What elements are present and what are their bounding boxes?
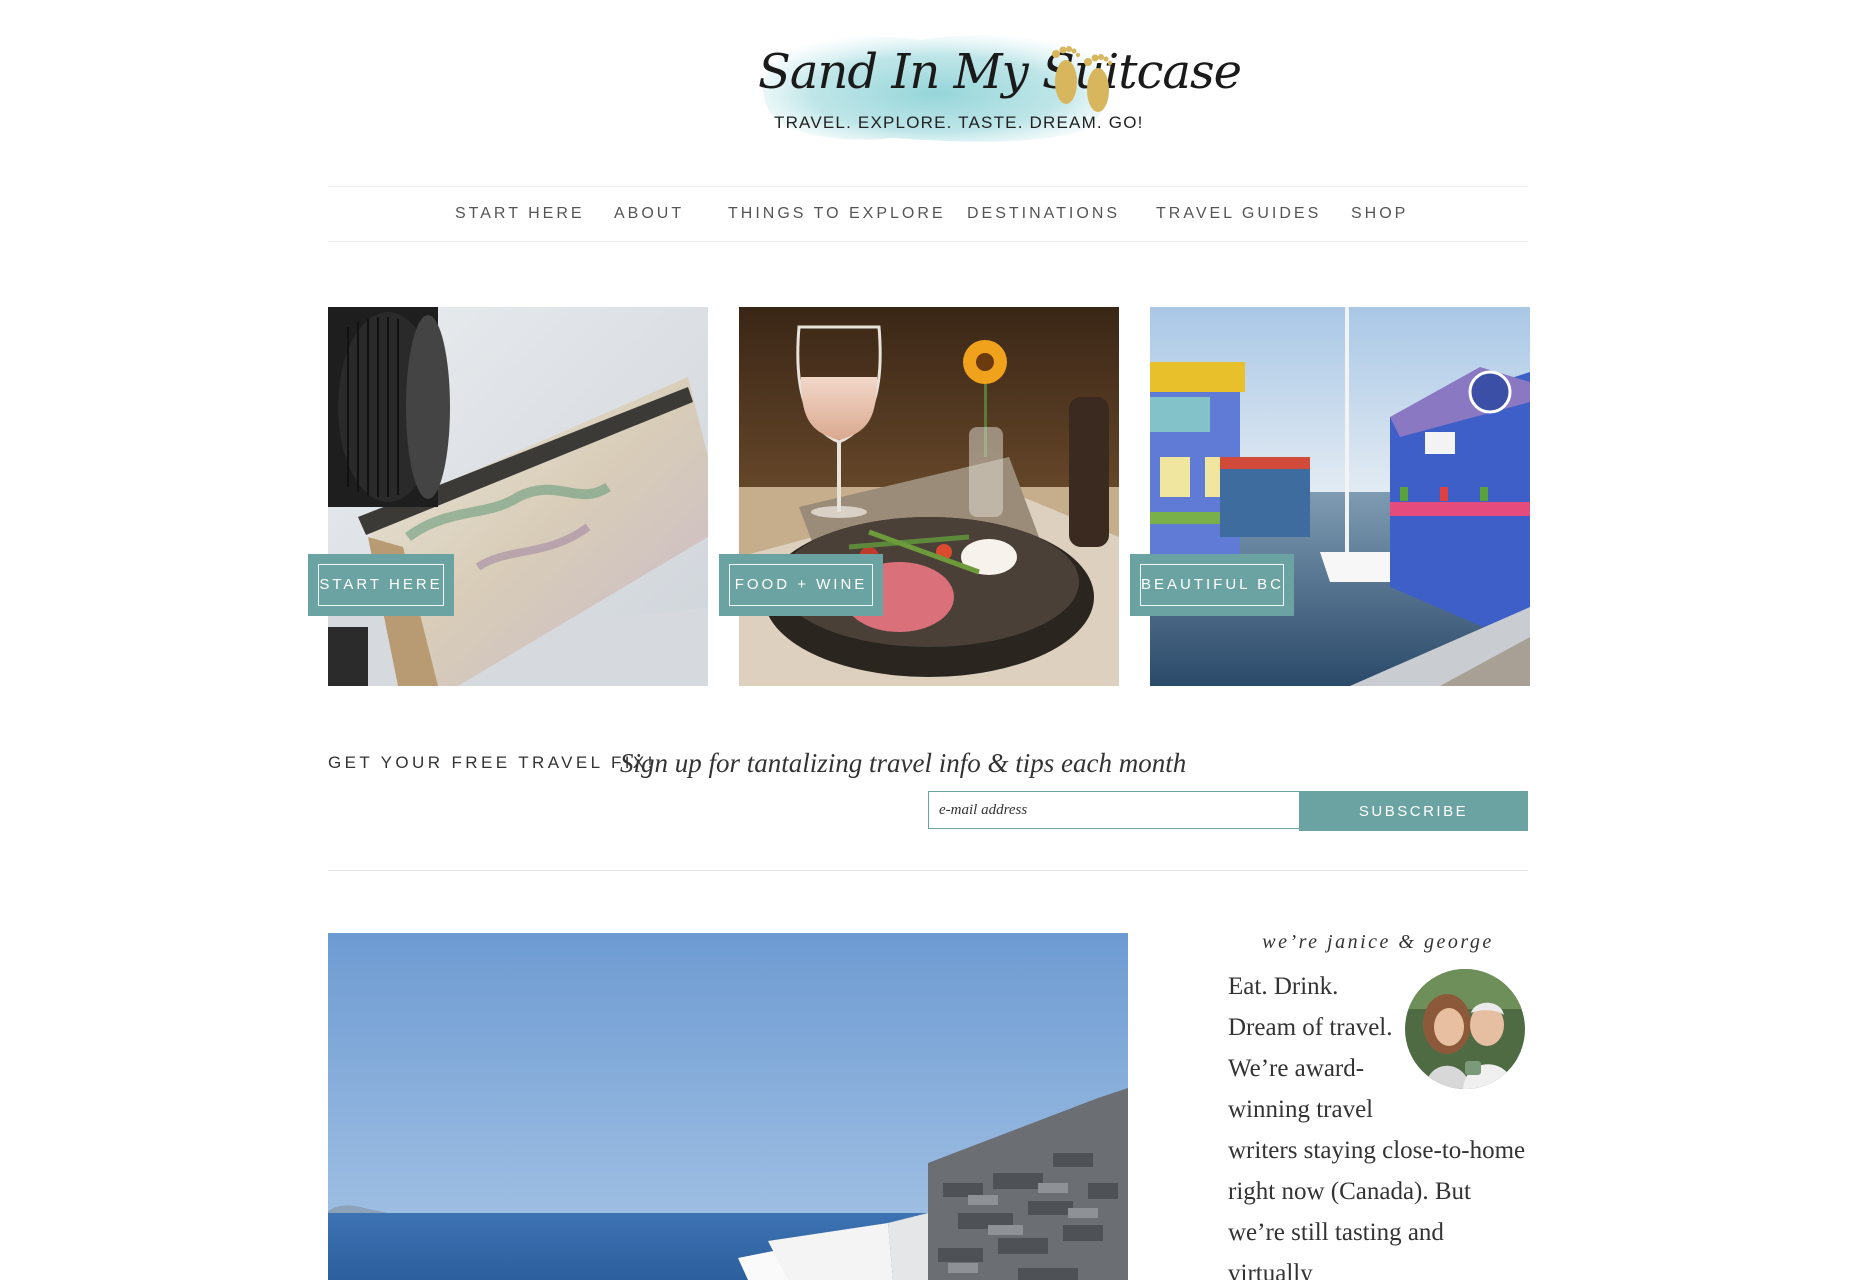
main-navigation: START HERE ABOUT THINGS TO EXPLORE DESTI… bbox=[328, 186, 1528, 242]
email-input[interactable] bbox=[928, 791, 1300, 829]
footprints-icon bbox=[1052, 46, 1113, 112]
feature-tile-food-wine[interactable] bbox=[739, 307, 1119, 686]
subscribe-button[interactable]: SUBSCRIBE bbox=[1299, 791, 1528, 831]
tile-label-text: BEAUTIFUL BC bbox=[1140, 564, 1284, 606]
sidebar-heading: we’re janice & george bbox=[1262, 931, 1494, 953]
houseboats-marina-photo bbox=[1150, 307, 1530, 686]
tile-label-text: FOOD + WINE bbox=[729, 564, 873, 606]
section-divider bbox=[328, 870, 1528, 871]
newsletter-heading: GET YOUR FREE TRAVEL FIX! bbox=[328, 753, 656, 772]
tile-label-start-here[interactable]: START HERE bbox=[308, 554, 454, 616]
tile-label-text: START HERE bbox=[318, 564, 444, 606]
map-journal-photo bbox=[328, 307, 708, 686]
seaside-terrace-photo bbox=[328, 933, 1128, 1280]
nav-things-to-explore[interactable]: THINGS TO EXPLORE bbox=[728, 187, 946, 241]
feature-tile-start-here[interactable] bbox=[328, 307, 708, 686]
nav-travel-guides[interactable]: TRAVEL GUIDES bbox=[1156, 187, 1321, 241]
featured-post-image[interactable] bbox=[328, 933, 1128, 1280]
wine-salad-photo bbox=[739, 307, 1119, 686]
author-avatar[interactable] bbox=[1405, 969, 1525, 1089]
nav-shop[interactable]: SHOP bbox=[1351, 187, 1408, 241]
tile-label-beautiful-bc[interactable]: BEAUTIFUL BC bbox=[1130, 554, 1294, 616]
nav-destinations[interactable]: DESTINATIONS bbox=[967, 187, 1120, 241]
feature-tile-beautiful-bc[interactable] bbox=[1150, 307, 1530, 686]
tile-label-food-wine[interactable]: FOOD + WINE bbox=[719, 554, 883, 616]
nav-about[interactable]: ABOUT bbox=[614, 187, 684, 241]
logo-name: Sand In My Suitcase bbox=[758, 44, 1242, 100]
site-logo[interactable]: Sand In My Suitcase TRAVEL. EXPLORE. TAS… bbox=[752, 26, 1242, 146]
nav-start-here[interactable]: START HERE bbox=[455, 187, 585, 241]
newsletter-tagline: Sign up for tantalizing travel info & ti… bbox=[620, 748, 1187, 778]
author-portrait-photo bbox=[1405, 969, 1525, 1089]
